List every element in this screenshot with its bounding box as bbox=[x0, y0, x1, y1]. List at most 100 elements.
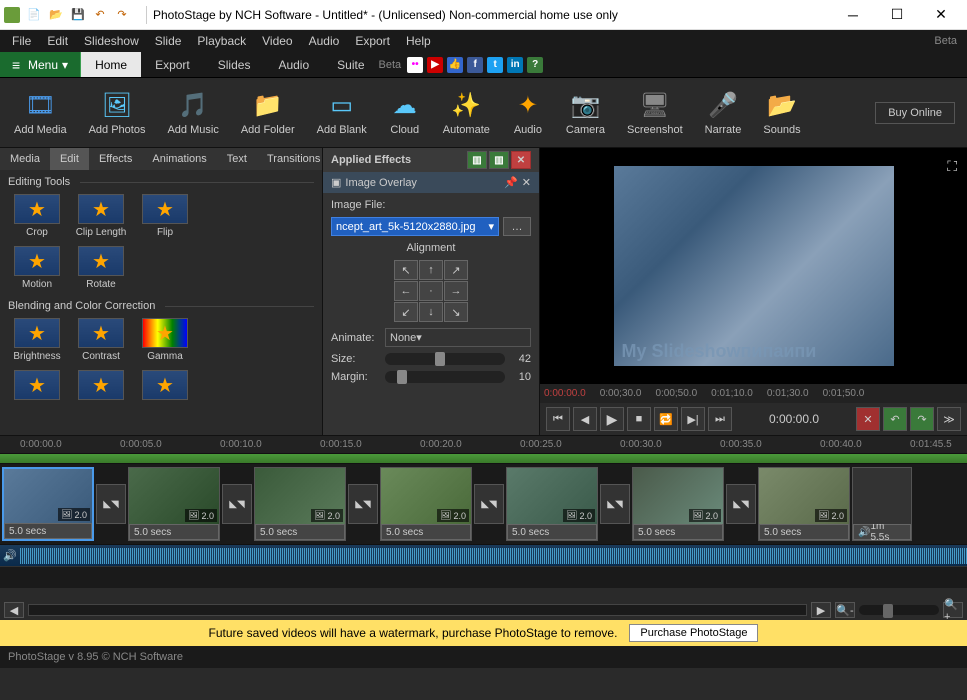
audio-clip[interactable]: 🔊 1m 5.5s bbox=[852, 467, 912, 541]
twitter-icon[interactable]: t bbox=[487, 57, 503, 73]
goto-start-button[interactable]: ⏮ bbox=[546, 407, 570, 431]
menu-playback[interactable]: Playback bbox=[189, 31, 254, 51]
qat-new-icon[interactable]: 📄 bbox=[24, 5, 44, 25]
effect-row2-2[interactable]: ★ bbox=[72, 370, 130, 400]
facebook-icon[interactable]: f bbox=[467, 57, 483, 73]
clip-7[interactable]: 🖼 2.05.0 secs bbox=[758, 467, 850, 541]
align-top-right[interactable]: ↗ bbox=[444, 260, 468, 280]
cloud-button[interactable]: ☁Cloud bbox=[379, 81, 431, 145]
flickr-icon[interactable]: •• bbox=[407, 57, 423, 73]
clip-2[interactable]: 🖼 2.05.0 secs bbox=[128, 467, 220, 541]
qat-redo-icon[interactable]: ↷ bbox=[112, 5, 132, 25]
subtab-media[interactable]: Media bbox=[0, 148, 50, 170]
purchase-button[interactable]: Purchase PhotoStage bbox=[629, 624, 758, 642]
animate-dropdown[interactable]: None ▾ bbox=[385, 328, 531, 347]
camera-button[interactable]: 📷Camera bbox=[556, 81, 615, 145]
transition-5[interactable]: ◣◥ bbox=[600, 484, 630, 524]
brightness-effect[interactable]: ★Brightness bbox=[8, 318, 66, 362]
horizontal-scrollbar[interactable] bbox=[28, 604, 807, 616]
tab-audio[interactable]: Audio bbox=[264, 52, 323, 77]
menu-slideshow[interactable]: Slideshow bbox=[76, 31, 147, 51]
menu-export[interactable]: Export bbox=[347, 31, 398, 51]
tab-export[interactable]: Export bbox=[141, 52, 204, 77]
align-right[interactable]: → bbox=[444, 281, 468, 301]
maximize-button[interactable]: ☐ bbox=[875, 1, 919, 29]
zoom-in-icon[interactable]: 🔍+ bbox=[943, 602, 963, 618]
image-overlay-section[interactable]: ▣ Image Overlay 📌 ✕ bbox=[323, 172, 539, 193]
menu-file[interactable]: File bbox=[4, 31, 39, 51]
align-top-left[interactable]: ↖ bbox=[394, 260, 418, 280]
transition-6[interactable]: ◣◥ bbox=[726, 484, 756, 524]
linkedin-icon[interactable]: in bbox=[507, 57, 523, 73]
qat-undo-icon[interactable]: ↶ bbox=[90, 5, 110, 25]
add-media-button[interactable]: 🎞Add Media bbox=[4, 81, 77, 145]
align-center[interactable]: · bbox=[419, 281, 443, 301]
section-close-icon[interactable]: ✕ bbox=[522, 176, 531, 189]
effects-btn2-icon[interactable]: ▥ bbox=[489, 151, 509, 169]
clip-5[interactable]: 🖼 2.05.0 secs bbox=[506, 467, 598, 541]
stop-button[interactable]: ■ bbox=[627, 407, 651, 431]
minimize-button[interactable]: ─ bbox=[831, 1, 875, 29]
add-music-button[interactable]: 🎵Add Music bbox=[157, 81, 228, 145]
clip-6[interactable]: 🖼 2.05.0 secs bbox=[632, 467, 724, 541]
flip-effect[interactable]: ★Flip bbox=[136, 194, 194, 238]
rotate-effect[interactable]: ★Rotate bbox=[72, 246, 130, 290]
align-bottom-right[interactable]: ↘ bbox=[444, 302, 468, 322]
fullscreen-icon[interactable]: ⛶ bbox=[947, 158, 957, 175]
transition-2[interactable]: ◣◥ bbox=[222, 484, 252, 524]
close-button[interactable]: ✕ bbox=[919, 1, 963, 29]
scroll-left-icon[interactable]: ◀ bbox=[4, 602, 24, 618]
qat-open-icon[interactable]: 📂 bbox=[46, 5, 66, 25]
clip-length-effect[interactable]: ★Clip Length bbox=[72, 194, 130, 238]
add-photos-button[interactable]: 🖼Add Photos bbox=[79, 81, 156, 145]
audio-track[interactable]: 🔊 bbox=[0, 544, 967, 566]
clip-1[interactable]: 🖼 2.05.0 secs bbox=[2, 467, 94, 541]
effects-btn1-icon[interactable]: ▥ bbox=[467, 151, 487, 169]
loop-button[interactable]: 🔁 bbox=[654, 407, 678, 431]
qat-save-icon[interactable]: 💾 bbox=[68, 5, 88, 25]
tab-slides[interactable]: Slides bbox=[204, 52, 265, 77]
effect-row2-1[interactable]: ★ bbox=[8, 370, 66, 400]
motion-effect[interactable]: ★Motion bbox=[8, 246, 66, 290]
align-bottom-left[interactable]: ↙ bbox=[394, 302, 418, 322]
subtab-transitions[interactable]: Transitions bbox=[257, 148, 330, 170]
menu-edit[interactable]: Edit bbox=[39, 31, 76, 51]
record-button[interactable]: ✕ bbox=[856, 407, 880, 431]
crop-effect[interactable]: ★Crop bbox=[8, 194, 66, 238]
zoom-out-icon[interactable]: 🔍- bbox=[835, 602, 855, 618]
subtab-text[interactable]: Text bbox=[217, 148, 257, 170]
margin-slider[interactable] bbox=[385, 371, 505, 383]
browse-button[interactable]: … bbox=[503, 217, 531, 236]
align-top[interactable]: ↑ bbox=[419, 260, 443, 280]
help-icon[interactable]: ? bbox=[527, 57, 543, 73]
pin-icon[interactable]: 📌 bbox=[504, 176, 518, 189]
transition-4[interactable]: ◣◥ bbox=[474, 484, 504, 524]
size-slider[interactable] bbox=[385, 353, 505, 365]
add-blank-button[interactable]: ▭Add Blank bbox=[307, 81, 377, 145]
tab-home[interactable]: Home bbox=[81, 52, 141, 77]
subtab-effects[interactable]: Effects bbox=[89, 148, 142, 170]
image-file-dropdown[interactable]: ncept_art_5k-5120x2880.jpg ▾ bbox=[331, 217, 499, 236]
menu-help[interactable]: Help bbox=[398, 31, 439, 51]
empty-track[interactable] bbox=[0, 566, 967, 588]
screenshot-button[interactable]: 🖥Screenshot bbox=[617, 81, 693, 145]
align-bottom[interactable]: ↓ bbox=[419, 302, 443, 322]
clip-3[interactable]: 🖼 2.05.0 secs bbox=[254, 467, 346, 541]
add-folder-button[interactable]: 📁Add Folder bbox=[231, 81, 305, 145]
sounds-button[interactable]: 📂Sounds bbox=[753, 81, 810, 145]
menu-video[interactable]: Video bbox=[254, 31, 300, 51]
youtube-icon[interactable]: ▶ bbox=[427, 57, 443, 73]
main-menu-button[interactable]: Menu ▾ bbox=[0, 52, 81, 77]
play-button[interactable]: ▶ bbox=[600, 407, 624, 431]
subtab-edit[interactable]: Edit bbox=[50, 148, 89, 170]
scroll-right-icon[interactable]: ▶ bbox=[811, 602, 831, 618]
goto-end-button[interactable]: ⏭ bbox=[708, 407, 732, 431]
next-frame-button[interactable]: ▶| bbox=[681, 407, 705, 431]
zoom-slider[interactable] bbox=[859, 605, 939, 615]
align-left[interactable]: ← bbox=[394, 281, 418, 301]
prev-frame-button[interactable]: ◀ bbox=[573, 407, 597, 431]
gamma-effect[interactable]: ★Gamma bbox=[136, 318, 194, 362]
menu-slide[interactable]: Slide bbox=[147, 31, 190, 51]
contrast-effect[interactable]: ★Contrast bbox=[72, 318, 130, 362]
tab-suite[interactable]: Suite bbox=[323, 52, 378, 77]
